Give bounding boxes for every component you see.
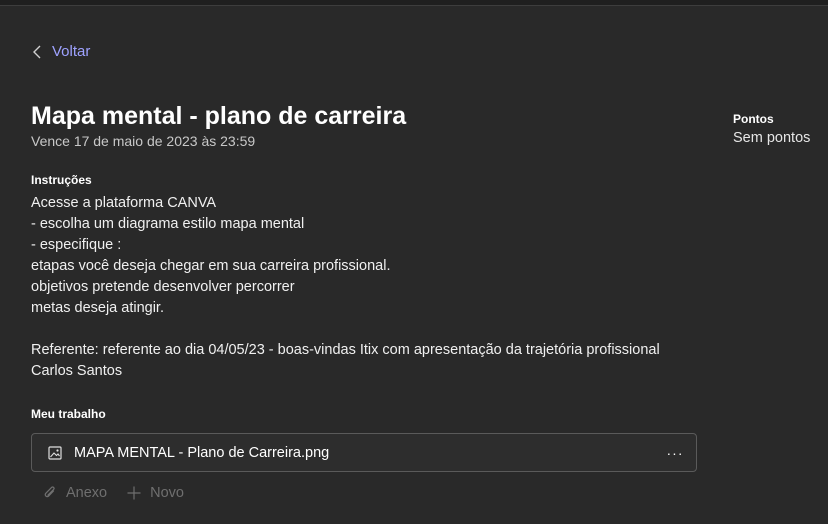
- paperclip-icon: [44, 486, 55, 498]
- points-panel: Pontos Sem pontos: [733, 112, 810, 146]
- chevron-left-icon: [33, 45, 41, 58]
- instruction-line: Carlos Santos: [31, 363, 123, 379]
- instructions-label: Instruções: [31, 173, 92, 187]
- back-button[interactable]: Voltar: [33, 43, 90, 60]
- due-date: Vence 17 de maio de 2023 às 23:59: [31, 133, 256, 149]
- instruction-line: objetivos pretende desenvolver percorrer: [31, 279, 295, 295]
- back-label[interactable]: Voltar: [52, 43, 90, 60]
- instruction-line: - especifique :: [31, 237, 122, 253]
- attached-file-card[interactable]: MAPA MENTAL - Plano de Carreira.png ···: [31, 433, 697, 472]
- new-button[interactable]: Novo: [127, 485, 184, 501]
- points-label: Pontos: [733, 112, 774, 126]
- top-bar: [0, 0, 828, 6]
- plus-icon: [127, 486, 141, 500]
- attach-button[interactable]: Anexo: [43, 485, 107, 501]
- instructions-text: Acesse a plataforma CANVA - escolha um d…: [31, 193, 721, 382]
- instruction-line: metas deseja atingir.: [31, 300, 164, 316]
- points-value: Sem pontos: [733, 130, 811, 146]
- file-name: MAPA MENTAL - Plano de Carreira.png: [74, 444, 330, 461]
- instruction-line: [31, 319, 721, 340]
- new-label: Novo: [150, 485, 184, 501]
- instruction-line: Acesse a plataforma CANVA: [31, 195, 217, 211]
- more-options-icon: ···: [666, 445, 684, 461]
- instruction-line: - escolha um diagrama estilo mapa mental: [31, 216, 305, 232]
- page-title: Mapa mental - plano de carreira: [31, 102, 407, 130]
- image-file-icon: [48, 445, 62, 460]
- instruction-line: etapas você deseja chegar em sua carreir…: [31, 258, 391, 274]
- my-work-label: Meu trabalho: [31, 407, 106, 421]
- work-actions: Anexo Novo: [43, 485, 204, 501]
- instruction-line: Referente: referente ao dia 04/05/23 - b…: [31, 342, 660, 358]
- attach-label: Anexo: [66, 485, 108, 501]
- more-options-button[interactable]: ···: [666, 443, 684, 463]
